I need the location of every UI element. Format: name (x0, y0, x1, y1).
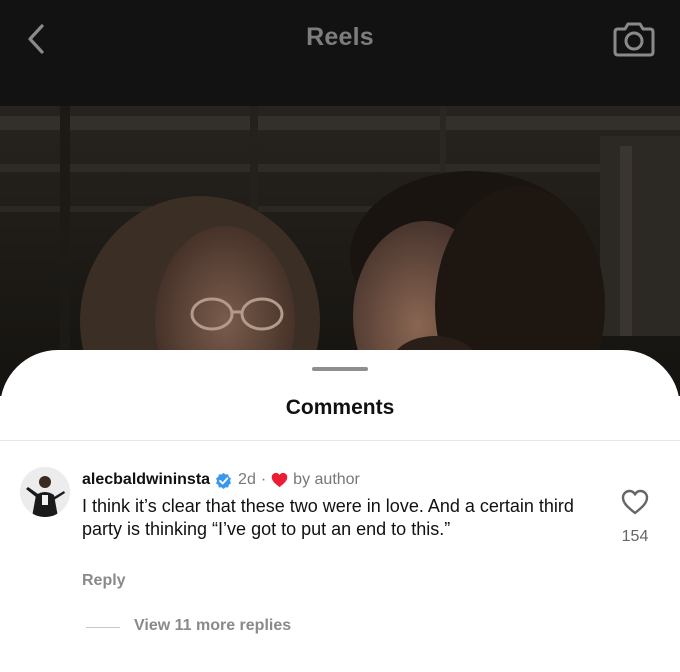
view-more-replies-button[interactable]: View 11 more replies (134, 617, 291, 635)
comment-header: alecbaldwininsta 2d · by author (82, 469, 360, 491)
comment-age: 2d (238, 471, 256, 488)
heart-filled-icon (271, 472, 288, 488)
sheet-drag-handle[interactable] (312, 367, 368, 371)
user-avatar-image (20, 467, 70, 517)
comment-username[interactable]: alecbaldwininsta (82, 471, 210, 489)
camera-icon (613, 22, 655, 57)
heart-outline-icon (621, 489, 649, 515)
page-title: Reels (306, 23, 374, 51)
liked-by-author-label: by author (293, 471, 360, 488)
avatar[interactable] (20, 467, 70, 517)
like-count: 154 (621, 528, 649, 545)
like-comment-button[interactable] (621, 489, 649, 515)
reply-button[interactable]: Reply (82, 572, 126, 590)
replies-divider-line (86, 627, 120, 628)
divider (0, 440, 680, 441)
comment-text: I think it’s clear that these two were i… (82, 496, 574, 539)
comments-sheet: Comments alecbaldwininsta 2d · by author… (0, 350, 680, 672)
top-bar: Reels (0, 0, 680, 106)
meta-separator: · (260, 471, 267, 488)
camera-button[interactable] (612, 20, 656, 58)
verified-badge-icon (216, 472, 232, 489)
comments-title: Comments (285, 396, 395, 419)
